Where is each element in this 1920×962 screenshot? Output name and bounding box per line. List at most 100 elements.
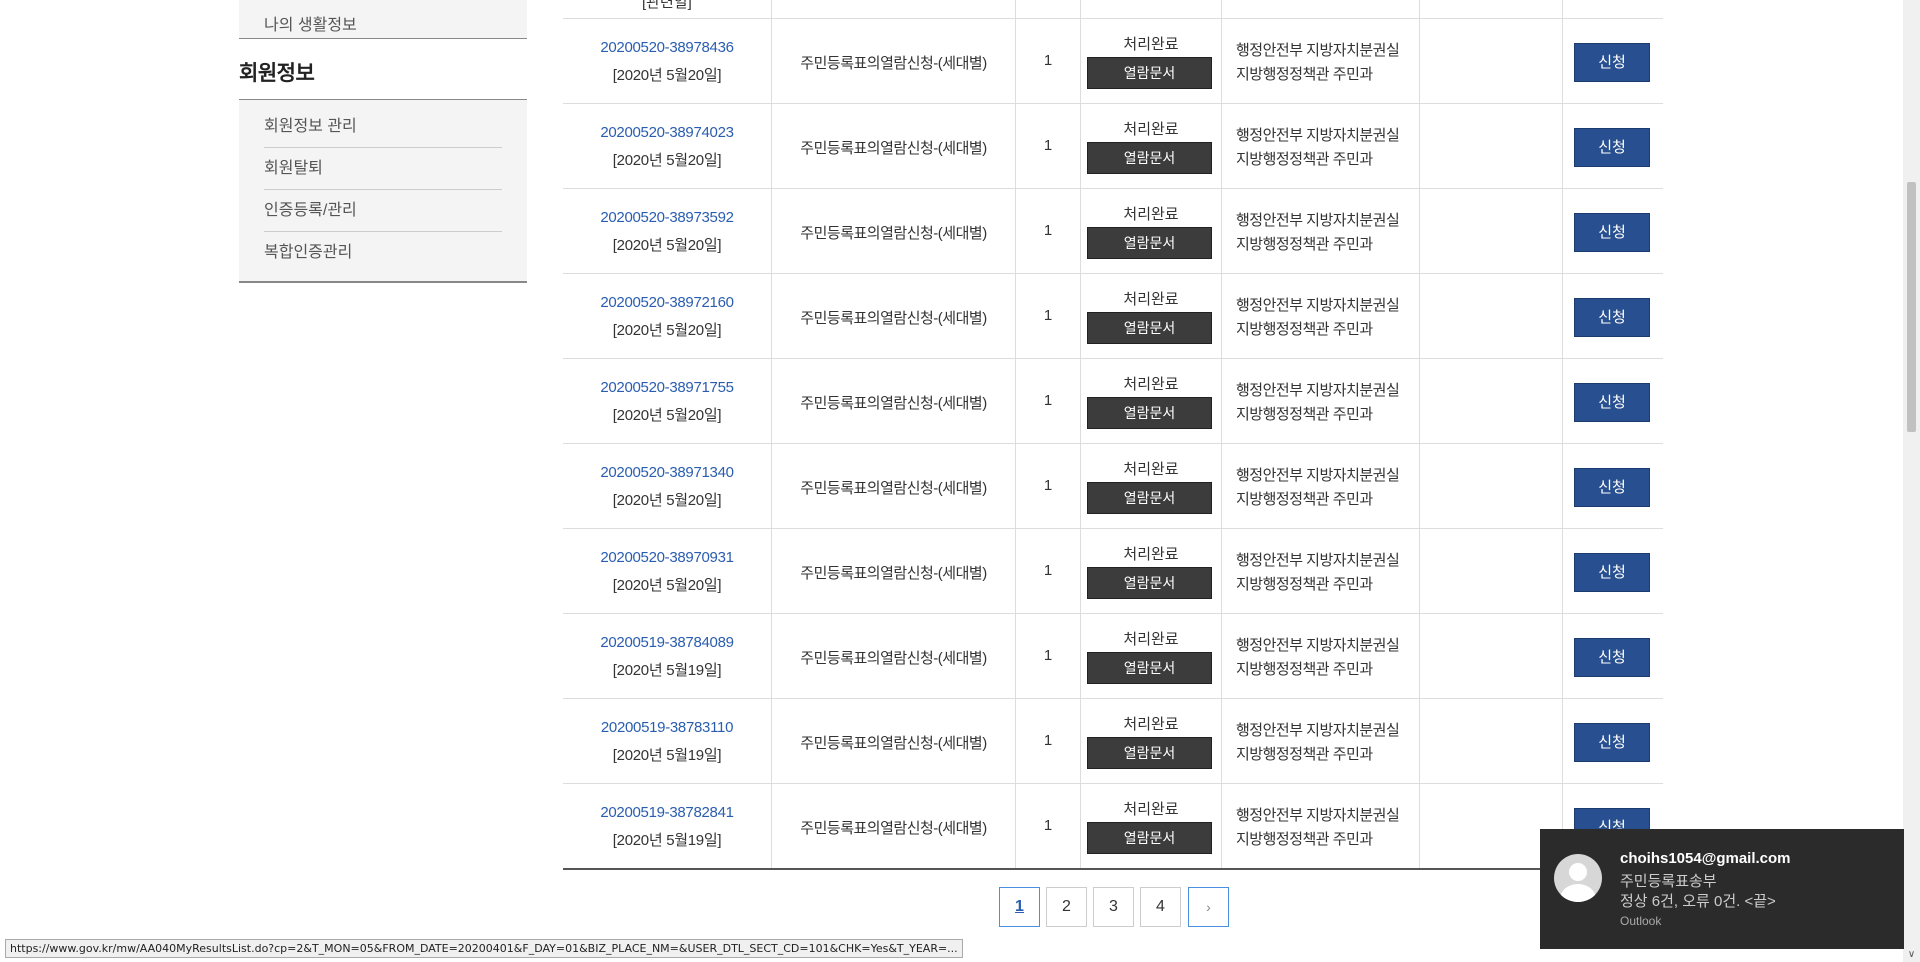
receipt-cell: 20200520-38972160 [2020년 5월20일] [563, 274, 772, 358]
apply-button[interactable]: 신청 [1574, 298, 1650, 337]
page-1-button[interactable]: 1 [999, 887, 1040, 927]
page-2-button[interactable]: 2 [1046, 887, 1087, 927]
empty-cell [1420, 444, 1563, 528]
organization-text: 행정안전부 지방자치분권실 지방행정정책관 주민과 [1236, 634, 1426, 682]
organization-text: 행정안전부 지방자치분권실 지방행정정책관 주민과 [1236, 124, 1426, 172]
apply-button[interactable]: 신청 [1574, 213, 1650, 252]
view-document-button[interactable]: 열람문서 [1087, 57, 1212, 89]
service-name: 주민등록표의열람신청-(세대별) [800, 820, 987, 837]
receipt-number-link[interactable]: 20200519-38784089 [563, 634, 771, 651]
organization-text: 행정안전부 지방자치분권실 지방행정정책관 주민과 [1236, 549, 1426, 597]
empty-cell [1420, 19, 1563, 103]
quantity-value: 1 [1043, 647, 1053, 664]
organization-line-1: 행정안전부 지방자치분권실 [1236, 382, 1400, 399]
apply-button[interactable]: 신청 [1574, 638, 1650, 677]
page-3-button[interactable]: 3 [1093, 887, 1134, 927]
table-row: 20200520-38971340 [2020년 5월20일] 주민등록표의열람… [563, 444, 1663, 529]
table-row: 20200520-38978436 [2020년 5월20일] 주민등록표의열람… [563, 19, 1663, 104]
apply-button[interactable]: 신청 [1574, 553, 1650, 592]
apply-cell: 신청 [1563, 359, 1662, 443]
organization-line-1: 행정안전부 지방자치분권실 [1236, 552, 1400, 569]
view-document-button[interactable]: 열람문서 [1087, 652, 1212, 684]
view-document-button[interactable]: 열람문서 [1087, 142, 1212, 174]
sidebar-section-title: 회원정보 [239, 39, 527, 99]
receipt-number-link[interactable]: 20200520-38970931 [563, 549, 771, 566]
service-cell: 주민등록표의열람신청-(세대별) [772, 444, 1016, 528]
receipt-number-link[interactable]: 20200520-38973592 [563, 209, 771, 226]
organization-text: 행정안전부 지방자치분권실 지방행정정책관 주민과 [1236, 379, 1426, 427]
status-cell: 처리완료 열람문서 [1081, 699, 1222, 783]
receipt-date: [2020년 5월19일] [612, 747, 722, 764]
table-row: 20200519-38784089 [2020년 5월19일] 주민등록표의열람… [563, 614, 1663, 699]
receipt-cell: 20200520-38971755 [2020년 5월20일] [563, 359, 772, 443]
scroll-down-arrow-icon[interactable]: ∨ [1903, 949, 1920, 960]
view-document-button[interactable]: 열람문서 [1087, 397, 1212, 429]
view-document-button[interactable]: 열람문서 [1087, 567, 1212, 599]
service-name: 주민등록표의열람신청-(세대별) [800, 650, 987, 667]
apply-button[interactable]: 신청 [1574, 43, 1650, 82]
receipt-date: [2020년 5월20일] [612, 152, 722, 169]
sidebar-item-withdraw[interactable]: 회원탈퇴 [264, 148, 502, 190]
organization-line-2: 지방행정정책관 주민과 [1236, 406, 1373, 423]
quantity-value: 1 [1043, 817, 1053, 834]
organization-line-2: 지방행정정책관 주민과 [1236, 746, 1373, 763]
receipt-cell: 20200519-38783110 [2020년 5월19일] [563, 699, 772, 783]
organization-line-2: 지방행정정책관 주민과 [1236, 66, 1373, 83]
empty-cell [1420, 614, 1563, 698]
sidebar-item-cert-register[interactable]: 인증등록/관리 [264, 190, 502, 232]
notification-app-name: Outlook [1620, 914, 1662, 928]
sidebar-item-member-info-manage[interactable]: 회원정보 관리 [264, 106, 502, 148]
organization-text: 행정안전부 지방자치분권실 지방행정정책관 주민과 [1236, 294, 1426, 342]
notification-subject: 주민등록표송부 [1620, 873, 1717, 890]
receipt-number-link[interactable]: 20200519-38782841 [563, 804, 771, 821]
organization-cell: 행정안전부 지방자치분권실 지방행정정책관 주민과 [1222, 359, 1420, 443]
quantity-value: 1 [1043, 52, 1053, 69]
receipt-number-link[interactable]: 20200519-38783110 [563, 719, 771, 736]
receipt-date: [2020년 5월20일] [612, 407, 722, 424]
service-cell: 주민등록표의열람신청-(세대별) [772, 529, 1016, 613]
organization-line-1: 행정안전부 지방자치분권실 [1236, 722, 1400, 739]
status-text: 처리완료 [1123, 206, 1179, 223]
empty-cell [1420, 104, 1563, 188]
apply-button[interactable]: 신청 [1574, 128, 1650, 167]
sidebar: 나의 생활정보 회원정보 회원정보 관리 회원탈퇴 인증등록/관리 복합인증관리 [239, 0, 527, 283]
next-page-button[interactable]: › [1188, 887, 1229, 927]
status-text: 처리완료 [1123, 716, 1179, 733]
receipt-date: [2020년 5월20일] [612, 322, 722, 339]
empty-cell [1420, 359, 1563, 443]
person-icon [1554, 854, 1602, 902]
apply-button[interactable]: 신청 [1574, 468, 1650, 507]
view-document-button[interactable]: 열람문서 [1087, 312, 1212, 344]
sidebar-item-life-info[interactable]: 나의 생활정보 [239, 0, 527, 39]
quantity-value: 1 [1043, 477, 1053, 494]
vertical-scrollbar[interactable]: ∨ [1903, 0, 1920, 962]
view-document-button[interactable]: 열람문서 [1087, 482, 1212, 514]
quantity-cell: 1 [1016, 784, 1081, 868]
scrollbar-thumb[interactable] [1907, 182, 1916, 432]
receipt-number-link[interactable]: 20200520-38974023 [563, 124, 771, 141]
outlook-notification[interactable]: choihs1054@gmail.com 주민등록표송부 정상 6건, 오류 0… [1540, 829, 1904, 949]
status-cell: 처리완료 열람문서 [1081, 104, 1222, 188]
sidebar-item-multi-cert[interactable]: 복합인증관리 [264, 232, 502, 273]
apply-cell: 신청 [1563, 19, 1662, 103]
receipt-number-link[interactable]: 20200520-38972160 [563, 294, 771, 311]
table-row: 20200519-38782841 [2020년 5월19일] 주민등록표의열람… [563, 784, 1663, 870]
view-document-button[interactable]: 열람문서 [1087, 227, 1212, 259]
quantity-value: 1 [1043, 392, 1053, 409]
apply-button[interactable]: 신청 [1574, 723, 1650, 762]
view-document-button[interactable]: 열람문서 [1087, 737, 1212, 769]
quantity-value: 1 [1043, 307, 1053, 324]
empty-cell [1420, 274, 1563, 358]
receipt-number-link[interactable]: 20200520-38971755 [563, 379, 771, 396]
quantity-value: 1 [1043, 562, 1053, 579]
quantity-value: 1 [1043, 732, 1053, 749]
receipt-cell: 20200520-38974023 [2020년 5월20일] [563, 104, 772, 188]
apply-button[interactable]: 신청 [1574, 383, 1650, 422]
organization-line-2: 지방행정정책관 주민과 [1236, 576, 1373, 593]
receipt-number-link[interactable]: 20200520-38971340 [563, 464, 771, 481]
organization-line-1: 행정안전부 지방자치분권실 [1236, 807, 1400, 824]
receipt-number-link[interactable]: 20200520-38978436 [563, 39, 771, 56]
view-document-button[interactable]: 열람문서 [1087, 822, 1212, 854]
status-text: 처리완료 [1123, 291, 1179, 308]
page-4-button[interactable]: 4 [1140, 887, 1181, 927]
